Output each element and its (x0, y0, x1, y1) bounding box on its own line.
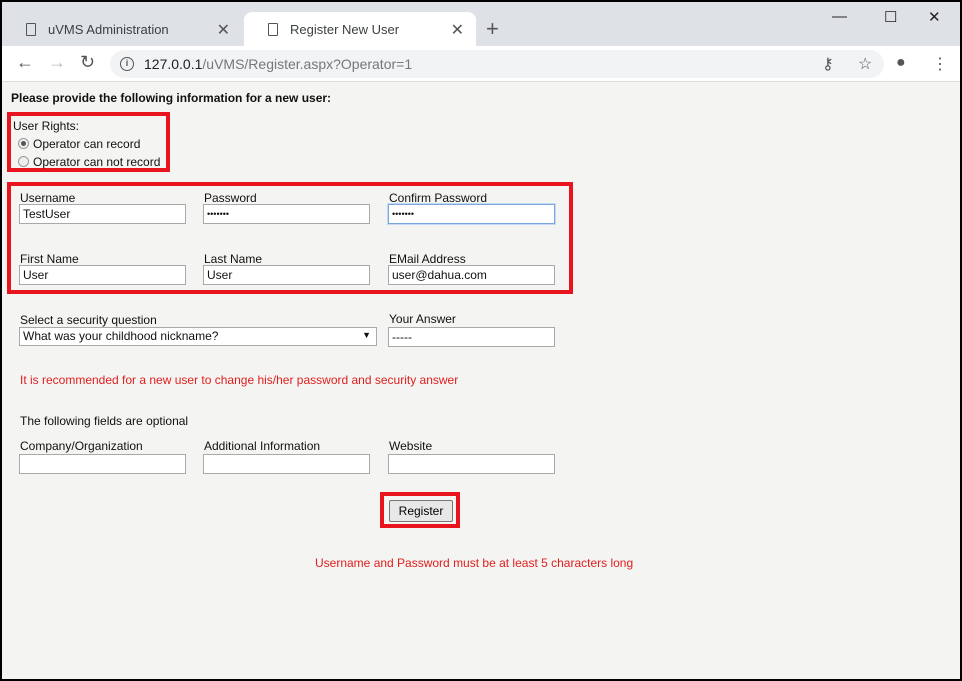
reload-icon[interactable]: ↻ (80, 52, 95, 73)
tab-bar: uVMS Administration ✕ Register New User … (2, 2, 960, 46)
radio-can-record[interactable]: Operator can record (18, 137, 140, 151)
url-host: 127.0.0.1 (144, 56, 203, 72)
recommendation-text: It is recommended for a new user to chan… (20, 373, 459, 387)
menu-icon[interactable]: ⋮ (932, 54, 948, 74)
first-name-input[interactable]: User (19, 265, 186, 285)
additional-info-label: Additional Information (204, 439, 321, 453)
email-label: EMail Address (389, 252, 466, 266)
last-name-input[interactable]: User (203, 265, 370, 285)
company-label: Company/Organization (20, 439, 143, 453)
email-input[interactable]: user@dahua.com (388, 265, 555, 285)
optional-note: The following fields are optional (20, 414, 189, 428)
toolbar: ← → ↻ i 127.0.0.1/uVMS/Register.aspx?Ope… (2, 46, 960, 82)
website-input[interactable] (388, 454, 555, 474)
page-icon (26, 22, 36, 36)
security-question-label: Select a security question (20, 313, 157, 327)
tab-register-new-user[interactable]: Register New User ✕ (244, 12, 476, 46)
url-path: /uVMS/Register.aspx?Operator=1 (202, 56, 413, 72)
radio-can-not-record[interactable]: Operator can not record (18, 155, 160, 169)
tab-label: uVMS Administration (48, 21, 169, 37)
password-input[interactable]: ••••••• (203, 204, 370, 224)
address-bar[interactable]: i 127.0.0.1/uVMS/Register.aspx?Operator=… (110, 50, 884, 78)
answer-input[interactable]: ----- (388, 327, 555, 347)
last-name-label: Last Name (204, 252, 263, 266)
account-icon[interactable]: ● (896, 54, 906, 72)
browser-window: uVMS Administration ✕ Register New User … (2, 2, 960, 679)
security-question-select[interactable]: What was your childhood nickname? ▼ (19, 327, 377, 346)
username-input[interactable]: TestUser (19, 204, 186, 224)
close-tab-icon[interactable]: ✕ (217, 20, 230, 40)
confirm-password-input[interactable]: ••••••• (388, 204, 555, 224)
website-label: Website (389, 439, 433, 453)
page-icon (268, 22, 278, 36)
user-rights-label: User Rights: (13, 119, 80, 133)
tab-uvms-administration[interactable]: uVMS Administration ✕ (2, 12, 242, 46)
close-tab-icon[interactable]: ✕ (451, 20, 464, 40)
key-icon[interactable]: ⚷ (822, 54, 834, 74)
radio-button[interactable] (18, 138, 29, 149)
page-content: Please provide the following information… (2, 82, 960, 679)
minimize-icon[interactable]: — (832, 8, 847, 25)
error-message: Username and Password must be at least 5… (315, 556, 634, 570)
maximize-icon[interactable]: ☐ (884, 8, 897, 26)
new-tab-icon[interactable]: + (486, 16, 499, 42)
company-input[interactable] (19, 454, 186, 474)
radio-button[interactable] (18, 156, 29, 167)
username-label: Username (20, 191, 76, 205)
back-icon[interactable]: ← (16, 52, 34, 73)
info-icon[interactable]: i (120, 57, 134, 71)
confirm-password-label: Confirm Password (389, 191, 488, 205)
forward-icon[interactable]: → (48, 52, 66, 73)
page-heading: Please provide the following information… (11, 91, 332, 105)
selected-question: What was your childhood nickname? (23, 329, 219, 343)
first-name-label: First Name (20, 252, 79, 266)
answer-label: Your Answer (389, 312, 456, 326)
additional-info-input[interactable] (203, 454, 370, 474)
star-icon[interactable]: ☆ (858, 54, 872, 74)
close-window-icon[interactable]: ✕ (928, 8, 941, 26)
password-label: Password (204, 191, 257, 205)
tab-label: Register New User (290, 21, 400, 37)
dropdown-arrow-icon: ▼ (362, 330, 371, 340)
register-button[interactable]: Register (389, 500, 453, 522)
